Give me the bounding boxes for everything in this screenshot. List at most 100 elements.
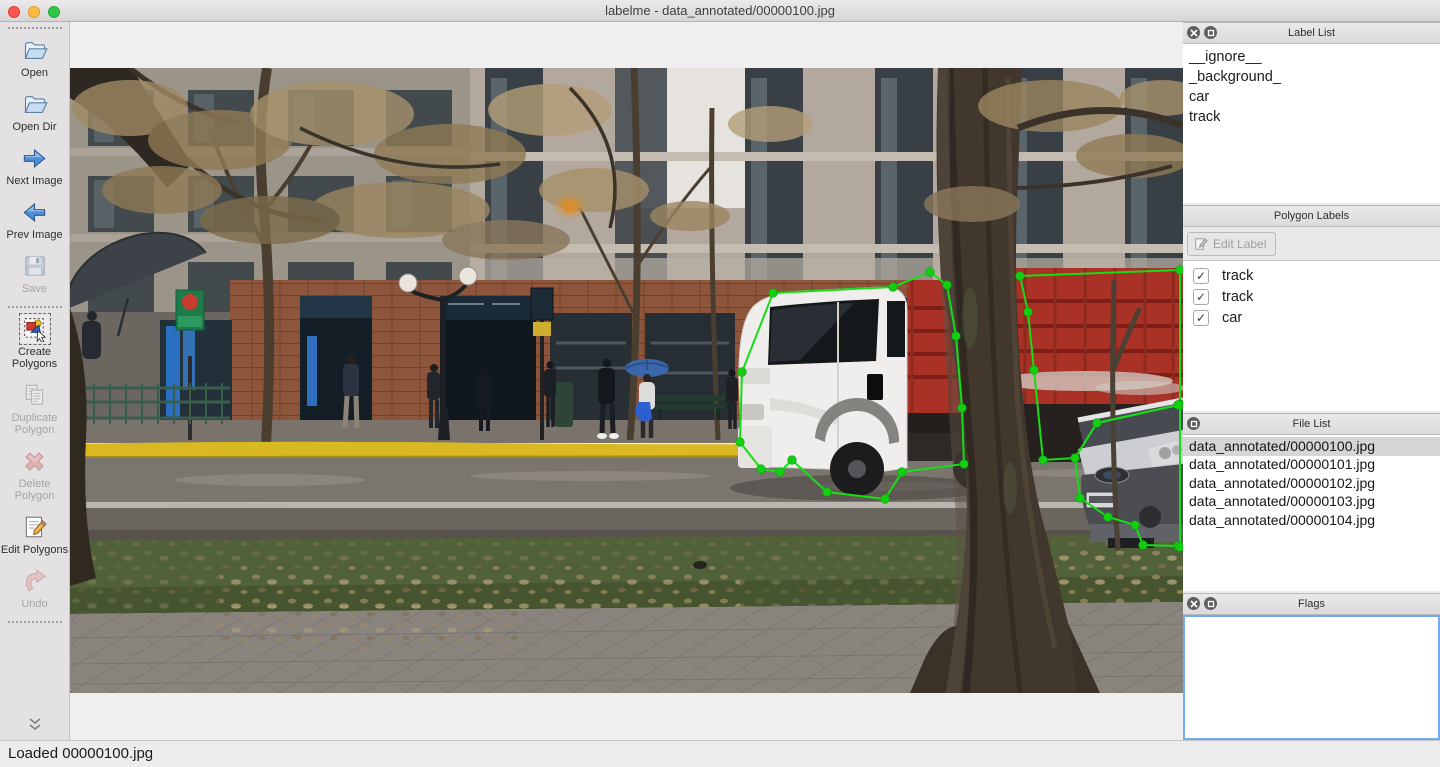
polygon-vertex[interactable] [1131, 521, 1140, 530]
polygon-vertex[interactable] [1174, 401, 1183, 410]
polygon-vertex[interactable] [776, 468, 785, 477]
polygon-vertex[interactable] [1030, 366, 1039, 375]
polygon-vertex[interactable] [738, 368, 747, 377]
polygon-vertex[interactable] [1016, 272, 1025, 281]
save-button[interactable]: Save [0, 247, 69, 301]
create-polygon-icon [21, 315, 49, 343]
file-list-item[interactable]: data_annotated/00000101.jpg [1183, 456, 1440, 475]
street-photo: 21 [70, 68, 1183, 693]
folder-open-icon [21, 90, 49, 118]
polygon-vertex[interactable] [769, 289, 778, 298]
panel-title: Label List [1288, 27, 1335, 39]
polygon-vertex[interactable] [958, 404, 967, 413]
file-list[interactable]: data_annotated/00000100.jpgdata_annotate… [1183, 435, 1440, 591]
dock-panels: Label List __ignore___background_cartrac… [1183, 22, 1440, 740]
polygon-vertex[interactable] [1071, 454, 1080, 463]
polygon-label-item[interactable]: ✓ track [1183, 265, 1440, 286]
undo-button[interactable]: Undo [0, 562, 69, 616]
polygon-vertex[interactable] [889, 283, 898, 292]
folder-open-icon [21, 36, 49, 64]
edit-pencil-icon [1194, 237, 1208, 251]
prev-image-button[interactable]: Prev Image [0, 193, 69, 247]
toolbar-drag-handle[interactable] [8, 27, 62, 29]
open-button[interactable]: Open [0, 31, 69, 85]
window-title: labelme - data_annotated/00000100.jpg [0, 3, 1440, 18]
toolbar-separator [8, 621, 62, 623]
arrow-right-icon [21, 144, 49, 172]
toolbar-expand-button[interactable] [0, 718, 70, 736]
polygon-vertex[interactable] [1076, 494, 1085, 503]
polygon-vertex[interactable] [1176, 543, 1183, 552]
panel-title: Flags [1298, 598, 1325, 610]
polygon-vertex[interactable] [1139, 541, 1148, 550]
polygon-vertex[interactable] [736, 438, 745, 447]
polygon-vertex[interactable] [1104, 513, 1113, 522]
flags-list[interactable] [1183, 615, 1440, 740]
file-list-item[interactable]: data_annotated/00000103.jpg [1183, 493, 1440, 512]
polygon-label-text: car [1222, 310, 1242, 326]
polygon-vertex[interactable] [788, 456, 797, 465]
float-panel-icon[interactable] [1187, 417, 1200, 430]
polygon-vertex[interactable] [898, 468, 907, 477]
polygon-labels-panel: Polygon Labels Edit Label ✓track✓track✓c… [1183, 205, 1440, 411]
float-panel-icon[interactable] [1204, 597, 1217, 610]
file-list-item[interactable]: data_annotated/00000104.jpg [1183, 511, 1440, 530]
duplicate-icon [21, 381, 49, 409]
floppy-disk-icon [21, 252, 49, 280]
checkbox-icon[interactable]: ✓ [1193, 310, 1209, 326]
label-list[interactable]: __ignore___background_cartrack [1183, 44, 1440, 203]
close-panel-icon[interactable] [1187, 26, 1200, 39]
polygon-vertex[interactable] [1093, 419, 1102, 428]
panel-title: File List [1293, 418, 1331, 430]
edit-polygons-button[interactable]: Edit Polygons [0, 508, 69, 562]
close-panel-icon[interactable] [1187, 597, 1200, 610]
file-list-header[interactable]: File List [1183, 413, 1440, 435]
polygon-labels-toolbar: Edit Label [1183, 227, 1440, 261]
undo-arrow-icon [21, 567, 49, 595]
duplicate-polygon-button[interactable]: Duplicate Polygon [0, 376, 69, 442]
flags-panel: Flags [1183, 593, 1440, 740]
polygon-vertex[interactable] [943, 281, 952, 290]
label-list-item[interactable]: car [1183, 87, 1440, 107]
float-panel-icon[interactable] [1204, 26, 1217, 39]
file-list-panel: File List data_annotated/00000100.jpgdat… [1183, 413, 1440, 591]
flags-header[interactable]: Flags [1183, 593, 1440, 615]
delete-polygon-button[interactable]: Delete Polygon [0, 442, 69, 508]
edit-label-button[interactable]: Edit Label [1187, 232, 1276, 256]
polygon-vertex[interactable] [881, 495, 890, 504]
label-list-header[interactable]: Label List [1183, 22, 1440, 44]
polygon-vertex[interactable] [952, 332, 961, 341]
label-list-panel: Label List __ignore___background_cartrac… [1183, 22, 1440, 203]
polygon-label-item[interactable]: ✓track [1183, 286, 1440, 307]
label-list-item[interactable]: __ignore__ [1183, 47, 1440, 67]
polygon-vertex[interactable] [1024, 308, 1033, 317]
status-message: Loaded 00000100.jpg [8, 745, 153, 762]
open-dir-button[interactable]: Open Dir [0, 85, 69, 139]
file-list-item[interactable]: data_annotated/00000100.jpg [1183, 437, 1440, 456]
polygon-vertex[interactable] [926, 268, 935, 277]
toolbar-separator [8, 306, 62, 308]
checkbox-icon[interactable]: ✓ [1193, 268, 1209, 284]
chevron-double-down-icon [27, 718, 43, 731]
polygon-label-list[interactable]: ✓track✓track✓car [1183, 261, 1440, 411]
polygon-vertex[interactable] [960, 460, 969, 469]
checkbox-icon[interactable]: ✓ [1193, 289, 1209, 305]
image-canvas[interactable]: 21 [70, 22, 1183, 740]
polygon-label-item[interactable]: ✓ car [1183, 307, 1440, 328]
label-list-item[interactable]: _background_ [1183, 67, 1440, 87]
status-bar: Loaded 00000100.jpg [0, 740, 1440, 767]
create-polygons-button[interactable]: Create Polygons [0, 310, 69, 376]
file-list-item[interactable]: data_annotated/00000102.jpg [1183, 474, 1440, 493]
next-image-button[interactable]: Next Image [0, 139, 69, 193]
label-list-item[interactable]: track [1183, 107, 1440, 127]
arrow-left-icon [21, 198, 49, 226]
polygon-vertex[interactable] [823, 488, 832, 497]
polygon-vertex[interactable] [1176, 266, 1183, 275]
tools-toolbar: Open Open Dir Next Image Prev Image Save [0, 22, 70, 740]
polygon-labels-header[interactable]: Polygon Labels [1183, 205, 1440, 227]
title-bar: labelme - data_annotated/00000100.jpg [0, 0, 1440, 22]
polygon-vertex[interactable] [1039, 456, 1048, 465]
polygon-vertex[interactable] [757, 465, 766, 474]
polygon-label-text: track [1222, 268, 1253, 284]
panel-title: Polygon Labels [1274, 210, 1349, 222]
